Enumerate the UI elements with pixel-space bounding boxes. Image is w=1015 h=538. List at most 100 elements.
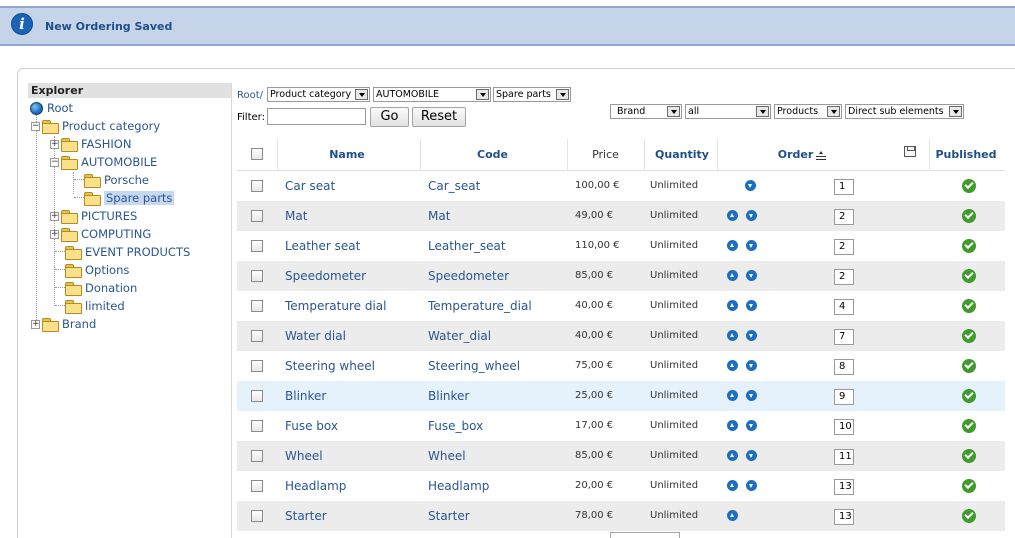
expand-icon[interactable]: + <box>31 319 40 329</box>
order-input[interactable]: 13 <box>834 509 854 525</box>
order-input[interactable]: 11 <box>834 449 854 465</box>
tree-node-brand[interactable]: + Brand <box>31 315 96 333</box>
order-input[interactable]: 9 <box>834 389 854 405</box>
move-down-icon[interactable] <box>745 180 756 191</box>
tree-node-computing[interactable]: + COMPUTING <box>50 225 151 243</box>
row-checkbox[interactable] <box>251 390 263 402</box>
published-check-icon[interactable] <box>962 209 976 223</box>
tree-node-spare-parts[interactable]: Spare parts <box>84 189 175 207</box>
table-row[interactable]: Leather seat Leather_seat 110,00 € Unlimite… <box>237 231 1005 261</box>
table-row[interactable]: Temperature dial Temperature_dial 40,00 € U… <box>237 291 1005 321</box>
published-check-icon[interactable] <box>962 479 976 493</box>
products-select[interactable]: Products <box>774 104 842 119</box>
order-input[interactable]: 2 <box>834 239 854 255</box>
tree-node-pictures[interactable]: + PICTURES <box>50 207 137 225</box>
product-code-link[interactable]: Mat <box>428 201 450 231</box>
move-up-icon[interactable] <box>727 330 738 341</box>
product-code-link[interactable]: Headlamp <box>428 471 489 501</box>
tree-node-event-products[interactable]: EVENT PRODUCTS <box>65 243 190 261</box>
spare-parts-select[interactable]: Spare parts <box>493 87 571 102</box>
collapse-icon[interactable]: − <box>50 157 59 167</box>
order-input[interactable]: 1 <box>834 179 854 195</box>
product-name-link[interactable]: Water dial <box>285 321 346 351</box>
row-checkbox[interactable] <box>251 210 263 222</box>
product-code-link[interactable]: Car_seat <box>428 171 480 201</box>
row-checkbox[interactable] <box>251 420 263 432</box>
move-down-icon[interactable] <box>746 300 757 311</box>
brand-select[interactable]: Brand <box>610 104 682 119</box>
row-checkbox[interactable] <box>251 300 263 312</box>
automobile-select[interactable]: AUTOMOBILE <box>373 87 491 102</box>
published-check-icon[interactable] <box>962 419 976 433</box>
product-code-link[interactable]: Speedometer <box>428 261 509 291</box>
tree-node-limited[interactable]: limited <box>65 297 125 315</box>
row-checkbox[interactable] <box>251 180 263 192</box>
row-checkbox[interactable] <box>251 330 263 342</box>
published-check-icon[interactable] <box>962 269 976 283</box>
move-up-icon[interactable] <box>727 450 738 461</box>
table-row[interactable]: Water dial Water_dial 40,00 € Unlimited 7 <box>237 321 1005 351</box>
move-up-icon[interactable] <box>727 510 738 521</box>
published-check-icon[interactable] <box>962 239 976 253</box>
move-down-icon[interactable] <box>746 210 757 221</box>
move-up-icon[interactable] <box>727 210 738 221</box>
column-header-quantity[interactable]: Quantity <box>647 139 717 171</box>
column-header-published[interactable]: Published <box>927 139 1005 171</box>
reset-button[interactable]: Reset <box>412 107 466 127</box>
order-input[interactable]: 2 <box>834 269 854 285</box>
move-down-icon[interactable] <box>746 240 757 251</box>
row-checkbox[interactable] <box>251 450 263 462</box>
product-name-link[interactable]: Car seat <box>285 171 335 201</box>
collapse-icon[interactable]: − <box>31 121 40 131</box>
table-row[interactable]: Steering wheel Steering_wheel 75,00 € Unlim… <box>237 351 1005 381</box>
product-name-link[interactable]: Steering wheel <box>285 351 375 381</box>
table-row[interactable]: Mat Mat 49,00 € Unlimited 2 <box>237 201 1005 231</box>
column-header-order[interactable]: Order <box>757 139 847 171</box>
product-name-link[interactable]: Blinker <box>285 381 326 411</box>
row-checkbox[interactable] <box>251 240 263 252</box>
move-down-icon[interactable] <box>746 270 757 281</box>
published-check-icon[interactable] <box>962 299 976 313</box>
table-row[interactable]: Wheel Wheel 85,00 € Unlimited 11 <box>237 441 1005 471</box>
breadcrumb-root-link[interactable]: Root/ <box>237 90 263 101</box>
move-up-icon[interactable] <box>727 480 738 491</box>
column-header-code[interactable]: Code <box>420 139 565 171</box>
product-name-link[interactable]: Wheel <box>285 441 323 471</box>
move-down-icon[interactable] <box>746 420 757 431</box>
order-input[interactable]: 2 <box>834 209 854 225</box>
order-input[interactable]: 4 <box>834 299 854 315</box>
expand-icon[interactable]: + <box>50 139 59 149</box>
move-down-icon[interactable] <box>746 390 757 401</box>
row-checkbox[interactable] <box>251 510 263 522</box>
row-checkbox[interactable] <box>251 270 263 282</box>
product-code-link[interactable]: Temperature_dial <box>428 291 532 321</box>
move-up-icon[interactable] <box>727 300 738 311</box>
go-button[interactable]: Go <box>370 107 409 127</box>
tree-node-donation[interactable]: Donation <box>65 279 137 297</box>
order-input[interactable]: 7 <box>834 329 854 345</box>
product-name-link[interactable]: Leather seat <box>285 231 360 261</box>
product-name-link[interactable]: Headlamp <box>285 471 346 501</box>
order-input[interactable]: 13 <box>834 479 854 495</box>
move-down-icon[interactable] <box>746 450 757 461</box>
move-up-icon[interactable] <box>727 360 738 371</box>
tree-node-automobile[interactable]: − AUTOMOBILE <box>50 153 157 171</box>
product-code-link[interactable]: Fuse_box <box>428 411 483 441</box>
published-check-icon[interactable] <box>962 509 976 523</box>
published-check-icon[interactable] <box>962 389 976 403</box>
pagination-select[interactable] <box>610 532 680 538</box>
product-code-link[interactable]: Wheel <box>428 441 466 471</box>
column-header-price[interactable]: Price <box>567 139 644 171</box>
order-input[interactable]: 10 <box>834 419 854 435</box>
move-up-icon[interactable] <box>727 390 738 401</box>
expand-icon[interactable]: + <box>50 211 59 221</box>
product-code-link[interactable]: Water_dial <box>428 321 491 351</box>
move-up-icon[interactable] <box>727 420 738 431</box>
table-row[interactable]: Headlamp Headlamp 20,00 € Unlimited 13 <box>237 471 1005 501</box>
product-name-link[interactable]: Temperature dial <box>285 291 386 321</box>
table-row[interactable]: Fuse box Fuse_box 17,00 € Unlimited 10 <box>237 411 1005 441</box>
all-select[interactable]: all <box>685 104 771 119</box>
tree-node-options[interactable]: Options <box>65 261 129 279</box>
column-header-name[interactable]: Name <box>277 139 417 171</box>
order-input[interactable]: 8 <box>834 359 854 375</box>
